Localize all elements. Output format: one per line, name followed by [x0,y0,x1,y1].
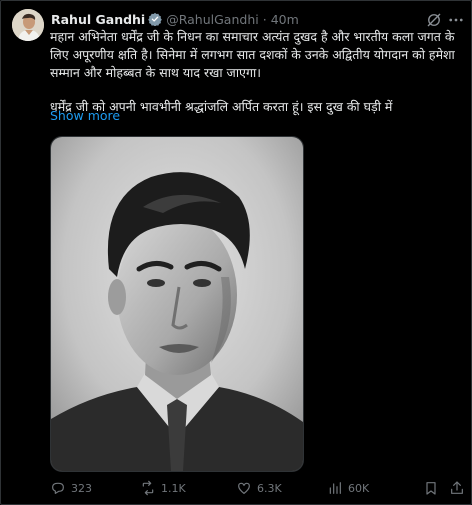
like-count: 6.3K [257,481,282,495]
views-button[interactable]: 60K [327,478,369,498]
like-icon [238,482,250,494]
share-icon [451,481,463,494]
author-handle[interactable]: @RahulGandhi [166,12,259,27]
verified-badge-icon [148,12,163,27]
bookmark-button[interactable] [423,478,444,498]
like-button[interactable]: 6.3K [236,478,282,498]
views-icon [329,482,341,494]
header-separator: · [262,11,267,27]
grok-icon[interactable] [425,11,443,29]
reply-count: 323 [71,481,92,495]
repost-button[interactable]: 1.1K [140,478,186,498]
post-container[interactable]: Rahul Gandhi @RahulGandhi · 40m महान अभि… [0,0,472,505]
post-text: महान अभिनेता धर्मेंद्र जी के निधन का समा… [50,28,462,116]
repost-count: 1.1K [161,481,186,495]
post-time[interactable]: 40m [271,12,299,27]
reply-icon [52,482,64,494]
post-text-paragraph-1: महान अभिनेता धर्मेंद्र जी के निधन का समा… [50,29,455,80]
share-button[interactable] [449,478,470,498]
bookmark-icon [426,482,436,495]
avatar[interactable] [12,9,44,41]
action-bar: 323 1.1K 6.3K 60K [1,478,472,498]
more-options-icon[interactable] [447,11,465,29]
show-more-link[interactable]: Show more [50,108,120,123]
views-count: 60K [348,481,370,495]
reply-button[interactable]: 323 [50,478,92,498]
repost-icon [142,480,154,496]
post-image[interactable] [50,136,304,472]
post-header: Rahul Gandhi @RahulGandhi · 40m [51,10,299,28]
author-name[interactable]: Rahul Gandhi [51,12,145,27]
